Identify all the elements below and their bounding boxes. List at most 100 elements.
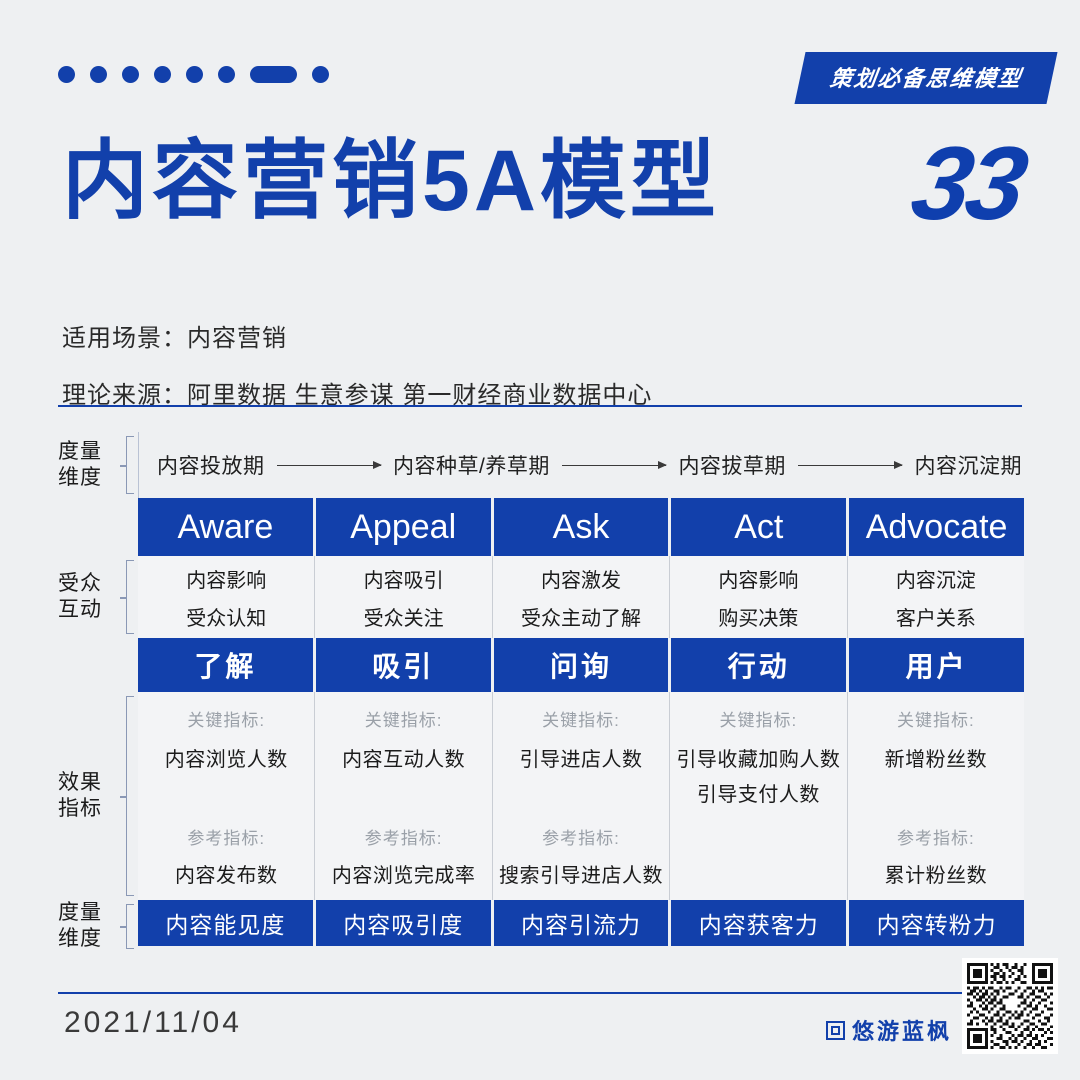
audience-line1: 内容影响 [718, 569, 799, 592]
audience-line2: 购买决策 [718, 607, 799, 630]
series-number: 33 [904, 126, 1033, 242]
audience-line2: 客户关系 [895, 607, 976, 630]
key-metric-value: 引导进店人数 [519, 749, 643, 771]
dot-icon [312, 66, 329, 83]
dimension-row: 度量 维度 内容能见度 内容吸引度 内容引流力 内容获客力 内容转粉力 [58, 900, 1024, 953]
stage-cn-cell: 问询 [493, 638, 672, 692]
key-metric-label: 关键指标: [187, 711, 266, 730]
key-metric-value: 内容互动人数 [342, 749, 466, 771]
stage-en-cell: Aware [138, 498, 316, 556]
qr-code[interactable] [962, 958, 1058, 1054]
metrics-cell: 关键指标: 引导收藏加购人数 引导支付人数 [670, 692, 848, 900]
arrow-right-icon [561, 460, 667, 469]
ref-metric-value: 累计粉丝数 [884, 865, 988, 887]
audience-line1: 内容激发 [541, 569, 622, 592]
arrow-right-icon [276, 460, 382, 469]
row-label-spacer [58, 498, 120, 556]
audience-line2: 受众关注 [363, 607, 444, 630]
stage-en-cell: Appeal [315, 498, 494, 556]
key-metric-value: 引导支付人数 [696, 784, 820, 806]
row-label-audience: 受众 互动 [58, 556, 120, 638]
row-label-line1: 度量 [58, 439, 102, 463]
key-metric-value: 引导收藏加购人数 [676, 749, 841, 771]
stage-cn-cell: 了解 [138, 638, 316, 692]
metrics-cell: 关键指标: 内容互动人数 参考指标: 内容浏览完成率 [315, 692, 493, 900]
key-metric-label: 关键指标: [542, 711, 620, 730]
audience-cell: 内容沉淀 客户关系 [847, 556, 1025, 638]
dimension-cell: 内容获客力 [671, 900, 850, 946]
ref-metric-block: 参考指标: 内容发布数 [138, 824, 314, 892]
category-badge-label: 策划必备思维模型 [828, 66, 1024, 91]
audience-line2: 受众主动了解 [521, 607, 642, 630]
page-title: 内容营销5A模型 [62, 133, 720, 229]
stage-en-cell: Ask [493, 498, 672, 556]
ref-metric-block: 参考指标: 内容浏览完成率 [315, 824, 491, 892]
row-label-line1: 度量 [58, 901, 102, 924]
meta-block: 适用场景：内容营销 理论来源：阿里数据 生意参谋 第一财经商业数据中心 [62, 318, 652, 432]
row-label-spacer [58, 638, 120, 692]
key-metric-value: 内容浏览人数 [164, 749, 288, 771]
audience-cell: 内容影响 受众认知 [138, 556, 316, 638]
ref-metric-block: 参考指标: 搜索引导进店人数 [493, 824, 669, 892]
dimension-cell: 内容能见度 [138, 900, 316, 946]
dot-icon [58, 66, 75, 83]
phase-label: 内容沉淀期 [914, 455, 1022, 478]
audience-line1: 内容影响 [186, 569, 267, 592]
dot-icon [154, 66, 171, 83]
brand-name: 悠游蓝枫 [851, 1019, 952, 1044]
stage-cn-cell: 用户 [849, 638, 1024, 692]
ref-metric-block: 参考指标: 累计粉丝数 [848, 824, 1024, 892]
stage-en-cell: Act [671, 498, 850, 556]
metrics-cell: 关键指标: 内容浏览人数 参考指标: 内容发布数 [138, 692, 316, 900]
key-metric-label: 关键指标: [364, 711, 443, 730]
meta-scene: 适用场景：内容营销 [62, 325, 287, 352]
audience-line1: 内容沉淀 [895, 569, 976, 592]
category-badge: 策划必备思维模型 [794, 52, 1058, 104]
audience-line2: 受众认知 [186, 607, 267, 630]
stage-header-row: Aware Appeal Ask Act Advocate [58, 498, 1024, 556]
row-label-measure-top: 度量 维度 [58, 432, 120, 498]
dot-icon [90, 66, 107, 83]
phase-label: 内容投放期 [157, 455, 265, 478]
footer-divider [58, 992, 1022, 994]
row-label-measure-bottom: 度量 维度 [58, 900, 120, 953]
stage-cn-row: 了解 吸引 问询 行动 用户 [58, 638, 1024, 692]
timeline-row: 度量 维度 内容投放期 内容种草/养草期 内容拔草期 内容沉淀期 [58, 432, 1024, 498]
dot-icon [122, 66, 139, 83]
key-metric-label: 关键指标: [719, 711, 798, 730]
header-divider [58, 405, 1022, 407]
audience-row: 受众 互动 内容影响 受众认知 内容吸引 受众关注 内容激发 受众主动了解 内容… [58, 556, 1025, 638]
row-label-line1: 受众 [58, 571, 102, 595]
stage-en-cell: Advocate [849, 498, 1024, 556]
key-metric-value: 新增粉丝数 [884, 749, 988, 771]
metrics-row: 效果 指标 关键指标: 内容浏览人数 参考指标: 内容发布数 关键指标: 内容互… [58, 692, 1025, 900]
row-label-line1: 效果 [58, 770, 102, 794]
brand-logo-icon [825, 1020, 845, 1040]
dot-icon [186, 66, 203, 83]
ref-metric-label: 参考指标: [896, 829, 975, 848]
ref-metric-value: 内容发布数 [174, 865, 278, 887]
pill-icon [250, 66, 297, 83]
audience-cell: 内容激发 受众主动了解 [492, 556, 671, 638]
audience-cell: 内容影响 购买决策 [670, 556, 848, 638]
stage-cn-cell: 行动 [671, 638, 850, 692]
arrow-right-icon [797, 460, 904, 469]
model-matrix: 度量 维度 内容投放期 内容种草/养草期 内容拔草期 内容沉淀期 Aware A… [58, 432, 1025, 953]
phase-label: 内容种草/养草期 [393, 455, 550, 478]
row-label-line2: 维度 [58, 927, 102, 951]
bracket-marker-audience [120, 556, 138, 638]
stage-cn-cell: 吸引 [315, 638, 494, 692]
dimension-cell: 内容引流力 [493, 900, 672, 946]
timeline-track: 内容投放期 内容种草/养草期 内容拔草期 内容沉淀期 [138, 432, 1024, 498]
publish-date: 2021/11/04 [64, 1006, 242, 1039]
audience-line1: 内容吸引 [363, 569, 444, 592]
ref-metric-value: 搜索引导进店人数 [499, 865, 664, 887]
row-label-line2: 指标 [58, 797, 102, 820]
bracket-marker-dimension [120, 900, 138, 953]
ref-metric-label: 参考指标: [364, 829, 443, 848]
row-label-line2: 维度 [58, 466, 102, 489]
qr-code-image [967, 963, 1053, 1049]
brand-signature: 悠游蓝枫 [825, 1014, 952, 1046]
ref-metric-label: 参考指标: [187, 829, 266, 848]
row-label-effect: 效果 指标 [58, 692, 120, 900]
